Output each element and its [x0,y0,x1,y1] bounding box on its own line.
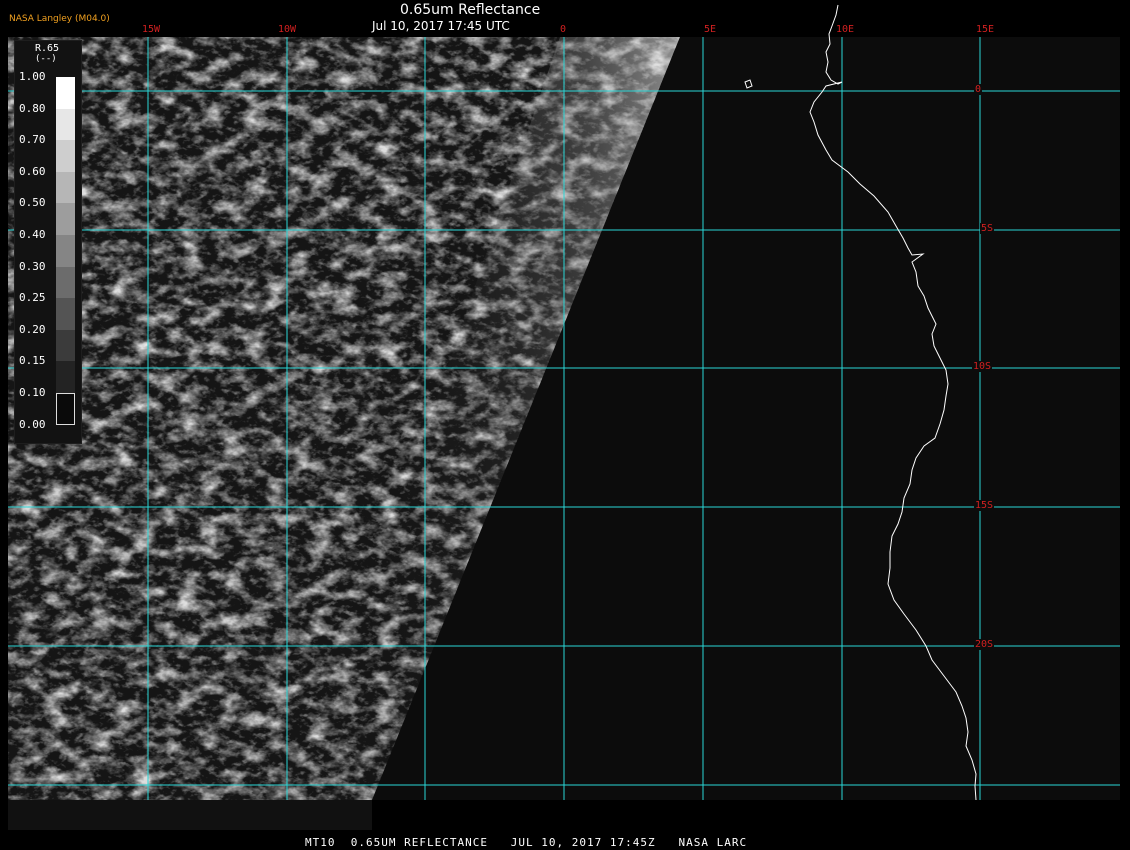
legend-tick-label: 0.30 [19,259,46,273]
legend-tick-label: 0.15 [19,354,46,368]
legend-swatch [56,171,75,204]
legend-swatch [56,203,75,236]
legend-tick-label: 0.40 [19,228,46,241]
data-gap [8,800,372,830]
legend-swatch [56,266,75,299]
lat-label-5s: 5S [980,223,995,234]
lon-label-15e: 15E [976,24,995,35]
lon-label-0: 0 [560,24,567,35]
lon-label-10e: 10E [836,24,855,35]
color-legend: R.65 (--) 1.00 0.80 0.70 0.60 0.50 0.40 0.30 0.… [14,40,82,444]
lat-label-0: 0 [974,84,983,95]
legend-tick-label: 0.25 [19,291,46,305]
legend-swatch [56,298,75,331]
legend-tick-label: 0.00 [19,417,46,431]
lon-label-15w: 15W [142,24,161,35]
lat-label-10s: 10S [972,361,993,372]
legend-title: R.65 [35,43,60,54]
legend-tick-label: 0.10 [19,386,46,399]
lon-label-10w: 10W [278,24,297,35]
legend-tick-label: 0.60 [19,164,46,178]
legend-tick-label: 0.20 [19,322,46,336]
legend-swatch [56,140,75,173]
legend-tick-label: 0.80 [19,101,46,115]
legend-swatch [56,77,75,109]
lat-label-15s: 15S [974,500,995,511]
satellite-map [0,0,1130,850]
legend-swatch [56,361,75,394]
lon-label-5e: 5E [704,24,717,35]
legend-swatch [56,235,75,267]
legend-units: (--) [35,54,57,64]
legend-swatch [56,108,75,141]
footer-caption: MT10 0.65UM REFLECTANCE JUL 10, 2017 17:… [305,836,748,849]
legend-tick-label: 1.00 [19,70,46,83]
lat-label-20s: 20S [974,639,995,650]
organization-label: NASA Langley (M04.0) [9,14,110,24]
legend-swatch [56,393,75,425]
map-timestamp: Jul 10, 2017 17:45 UTC [372,19,510,33]
legend-swatch [56,329,75,362]
legend-tick-label: 0.50 [19,196,46,210]
legend-tick-label: 0.70 [19,133,46,147]
map-title: 0.65um Reflectance [400,2,541,18]
